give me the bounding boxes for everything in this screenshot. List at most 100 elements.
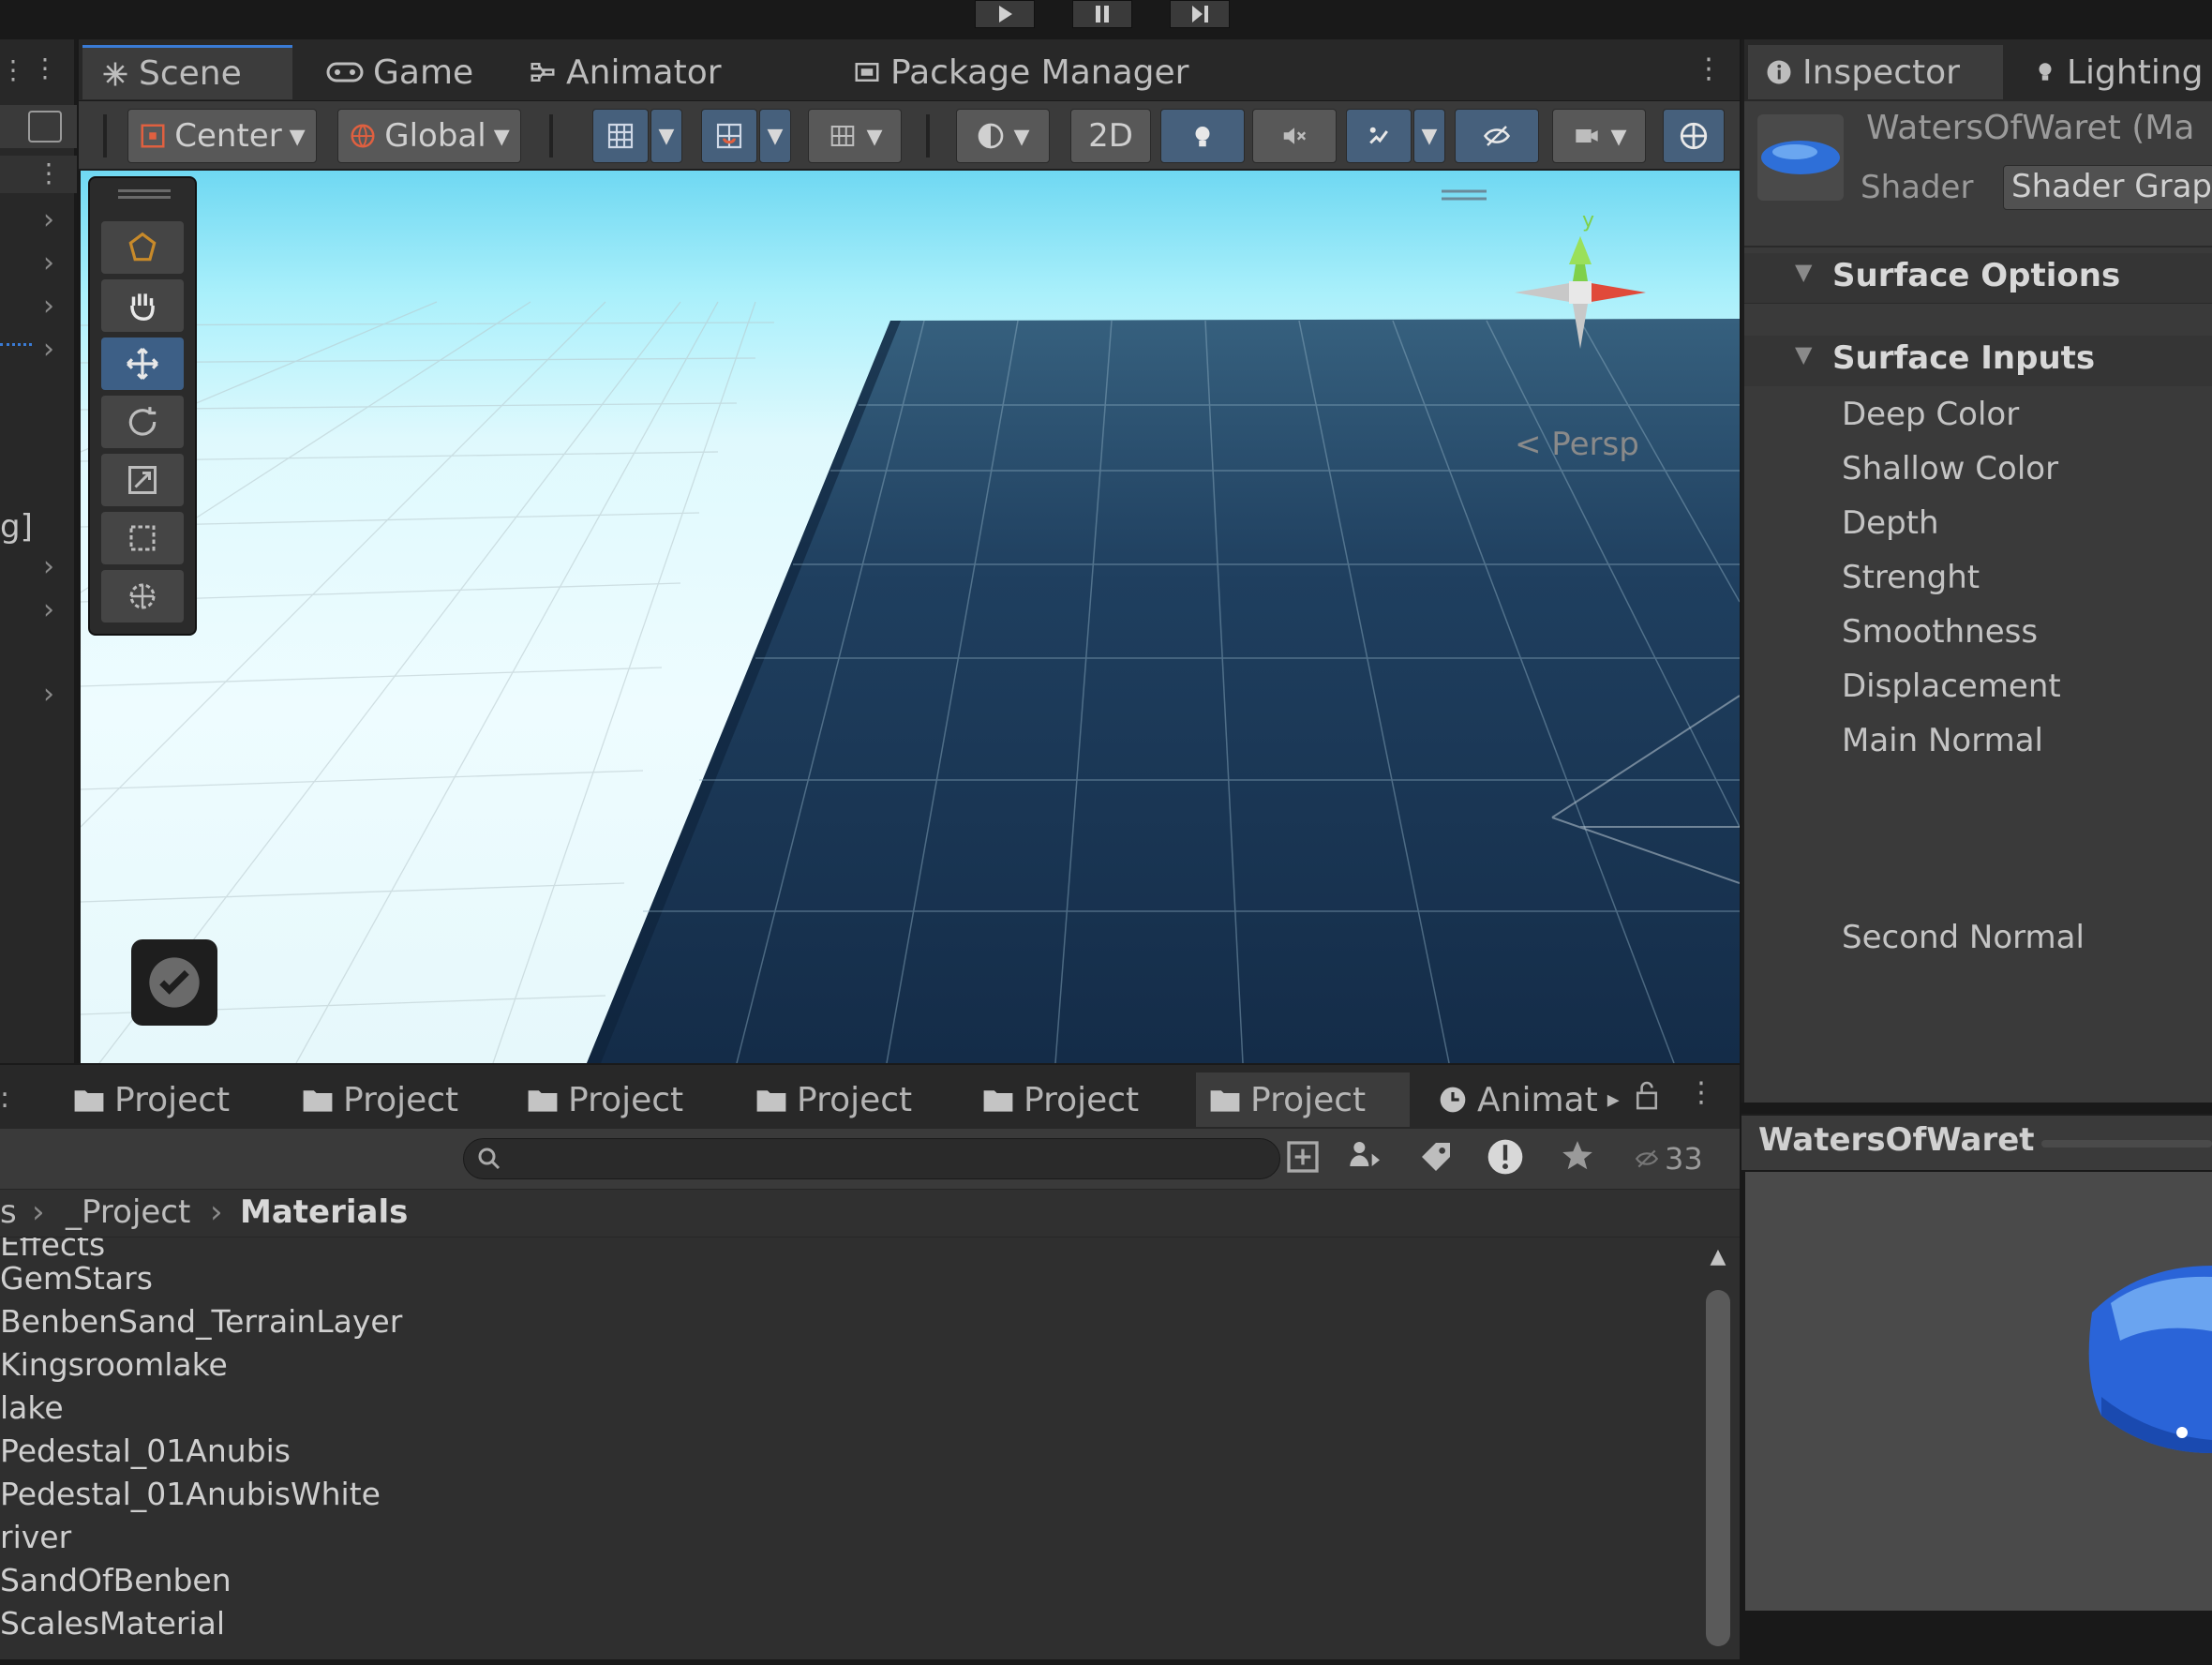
tab-inspector[interactable]: Inspector [1748, 45, 2003, 99]
surface-inputs-foldout[interactable]: ▼ Surface Inputs [1744, 336, 2212, 386]
grid-snapping-dropdown[interactable]: ▼ [650, 109, 682, 163]
tab-label: Project [114, 1080, 231, 1119]
chevron-right-icon[interactable]: › [43, 596, 71, 624]
scene-search-icon[interactable] [28, 111, 62, 142]
gizmos-toggle[interactable] [1663, 109, 1725, 163]
favorites-star-icon[interactable] [1560, 1138, 1603, 1179]
list-item[interactable]: ScalesMaterial [0, 1605, 225, 1642]
view-tool[interactable] [101, 221, 184, 274]
effects-toggle[interactable] [1346, 109, 1412, 163]
tab-project[interactable]: Project [969, 1072, 1157, 1127]
scene-viewport[interactable]: y < Persp [81, 171, 1740, 1063]
property-depth[interactable]: Depth [1842, 504, 1939, 542]
list-item[interactable]: river [0, 1519, 71, 1555]
search-field[interactable] [463, 1138, 1280, 1179]
tab-package-manager[interactable]: Package Manager [834, 45, 1228, 99]
scroll-up-icon[interactable]: ▲ [1704, 1245, 1732, 1273]
list-item[interactable]: Effects [0, 1238, 105, 1263]
chevron-right-icon[interactable]: › [43, 292, 71, 321]
kebab-icon[interactable]: ⋮ [0, 54, 26, 85]
move-tool[interactable] [101, 338, 184, 390]
transform-tool[interactable] [101, 570, 184, 622]
list-item[interactable]: BenbenSand_TerrainLayer [0, 1303, 402, 1340]
chevron-right-icon[interactable]: › [43, 336, 71, 364]
tab-overflow-icon[interactable]: : [0, 1082, 9, 1115]
hand-tool[interactable] [101, 279, 184, 332]
tab-animation[interactable]: Animat ▸ [1425, 1072, 1623, 1127]
breadcrumb-item[interactable]: _Project [66, 1193, 190, 1231]
palette-grip[interactable] [118, 189, 171, 199]
effects-dropdown[interactable]: ▼ [1413, 109, 1445, 163]
tab-project[interactable]: Project [289, 1072, 476, 1127]
lock-icon[interactable] [1635, 1078, 1663, 1116]
kebab-menu-icon[interactable]: ⋮ [32, 52, 60, 83]
chevron-right-icon[interactable]: › [43, 681, 71, 709]
chevron-right-icon[interactable]: › [43, 553, 71, 581]
grid-snapping-button[interactable] [592, 109, 649, 163]
property-main-normal[interactable]: Main Normal [1842, 722, 2043, 759]
tab-game[interactable]: Game [307, 45, 495, 99]
draw-mode-dropdown[interactable]: ▾ [956, 109, 1050, 163]
property-smoothness[interactable]: Smoothness [1842, 613, 2038, 651]
kebab-icon[interactable]: ⋮ [36, 158, 62, 188]
pivot-mode-dropdown[interactable]: Center ▾ [127, 109, 317, 163]
tab-project[interactable]: Project [60, 1072, 247, 1127]
property-second-normal[interactable]: Second Normal [1842, 919, 2085, 956]
2d-mode-button[interactable]: 2D [1070, 109, 1151, 163]
chevron-right-icon[interactable]: › [43, 249, 71, 278]
camera-settings-dropdown[interactable]: ▾ [1552, 109, 1646, 163]
breadcrumb-current[interactable]: Materials [240, 1193, 408, 1231]
hidden-packages-toggle[interactable]: 33 [1633, 1136, 1703, 1181]
property-shallow-color[interactable]: Shallow Color [1842, 450, 2058, 488]
list-item[interactable]: lake [0, 1389, 64, 1426]
tab-scene[interactable]: Scene [82, 45, 292, 99]
property-displacement[interactable]: Displacement [1842, 668, 2061, 705]
list-item[interactable]: Pedestal_01Anubis [0, 1432, 291, 1469]
preview-header[interactable]: WatersOfWaret [1741, 1114, 2212, 1170]
warning-filter-icon[interactable] [1485, 1136, 1532, 1181]
list-item[interactable]: SandOfBenben [0, 1562, 232, 1598]
breadcrumb-item[interactable]: s [0, 1193, 17, 1231]
overlay-toggle-button[interactable] [131, 939, 217, 1026]
scrollbar-thumb[interactable] [1706, 1290, 1730, 1646]
space-mode-dropdown[interactable]: Global ▾ [337, 109, 521, 163]
hidden-count: 33 [1665, 1141, 1703, 1177]
pause-button[interactable] [1072, 0, 1132, 28]
tab-project-active[interactable]: Project [1196, 1072, 1410, 1127]
property-deep-color[interactable]: Deep Color [1842, 396, 2019, 433]
scene-visibility-toggle[interactable] [1455, 109, 1539, 163]
shader-dropdown[interactable]: Shader Grap [2003, 165, 2212, 210]
kebab-menu-icon[interactable]: ⋮ [1687, 1076, 1715, 1109]
kebab-menu-icon[interactable]: ⋮ [1695, 52, 1723, 85]
foldout-arrow-icon: ▼ [1795, 341, 1813, 368]
surface-options-foldout[interactable]: ▼ Surface Options [1744, 253, 2212, 304]
tab-label: Project [1024, 1080, 1140, 1119]
breadcrumb-separator-icon: › [32, 1193, 45, 1231]
tab-project[interactable]: Project [514, 1072, 701, 1127]
increment-snap-dropdown[interactable]: ▼ [759, 109, 791, 163]
play-button[interactable] [975, 0, 1035, 28]
rect-tool[interactable] [101, 512, 184, 564]
scene-lighting-toggle[interactable] [1160, 109, 1245, 163]
step-button[interactable] [1170, 0, 1230, 28]
list-item[interactable]: GemStars [0, 1260, 153, 1297]
property-strength[interactable]: Strenght [1842, 559, 1980, 596]
list-item[interactable]: Kingsroomlake [0, 1346, 228, 1383]
preview-resize-bar[interactable] [2041, 1140, 2212, 1148]
search-by-type-icon[interactable] [1284, 1138, 1325, 1179]
projection-label[interactable]: < Persp [1515, 426, 1639, 463]
rotate-tool[interactable] [101, 396, 184, 448]
material-preview[interactable] [1745, 1172, 2212, 1611]
chevron-right-icon[interactable]: › [43, 206, 71, 234]
grid-visibility-dropdown[interactable]: ▾ [808, 109, 902, 163]
list-item[interactable]: Pedestal_01AnubisWhite [0, 1476, 381, 1512]
scale-tool[interactable] [101, 454, 184, 506]
increment-snap-button[interactable] [701, 109, 757, 163]
filter-by-type-icon[interactable] [1346, 1138, 1393, 1179]
tab-animator[interactable]: Animator [510, 45, 810, 99]
label-tag-icon[interactable] [1417, 1138, 1464, 1179]
audio-toggle[interactable] [1252, 109, 1337, 163]
orientation-gizmo[interactable]: y [1487, 199, 1674, 386]
tab-project[interactable]: Project [742, 1072, 930, 1127]
tab-lighting[interactable]: Lighting [2016, 45, 2212, 99]
